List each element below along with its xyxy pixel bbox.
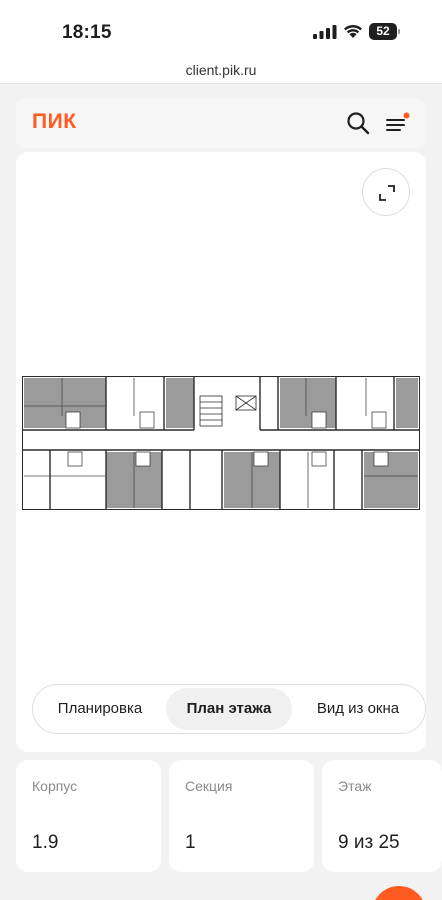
- url-text: client.pik.ru: [185, 62, 257, 78]
- tab-layout[interactable]: Планировка: [41, 688, 159, 730]
- info-value: 1: [185, 832, 196, 853]
- info-label: Этаж: [338, 778, 372, 794]
- expand-button[interactable]: [362, 168, 410, 216]
- info-card-section: Секция 1: [169, 760, 314, 872]
- info-card-floor: Этаж 9 из 25: [322, 760, 442, 872]
- pik-logo[interactable]: ПИК: [32, 110, 77, 134]
- contact-fab-button[interactable]: [372, 886, 426, 900]
- tab-floor-plan[interactable]: План этажа: [166, 688, 292, 730]
- info-value: 1.9: [32, 832, 59, 853]
- info-value: 9 из 25: [338, 832, 400, 853]
- info-label: Секция: [185, 778, 233, 794]
- battery-icon: 52: [369, 23, 401, 40]
- view-tabs: Планировка План этажа Вид из окна: [32, 684, 426, 734]
- signal-icon: [313, 25, 337, 39]
- info-label: Корпус: [32, 778, 78, 794]
- floor-plan-image[interactable]: [22, 376, 420, 510]
- menu-icon[interactable]: [386, 112, 410, 134]
- search-icon[interactable]: [346, 111, 370, 135]
- expand-icon: [379, 185, 395, 201]
- tab-window-view[interactable]: Вид из окна: [297, 688, 419, 730]
- status-time: 18:15: [62, 22, 112, 43]
- status-bar: 18:15 52: [0, 0, 442, 62]
- battery-level: 52: [376, 24, 390, 38]
- info-card-building: Корпус 1.9: [16, 760, 161, 872]
- browser-url-bar[interactable]: client.pik.ru: [0, 62, 442, 84]
- floor-plan-card: Планировка План этажа Вид из окна: [16, 152, 426, 752]
- wifi-icon: [344, 24, 362, 38]
- site-header: ПИК: [16, 98, 426, 148]
